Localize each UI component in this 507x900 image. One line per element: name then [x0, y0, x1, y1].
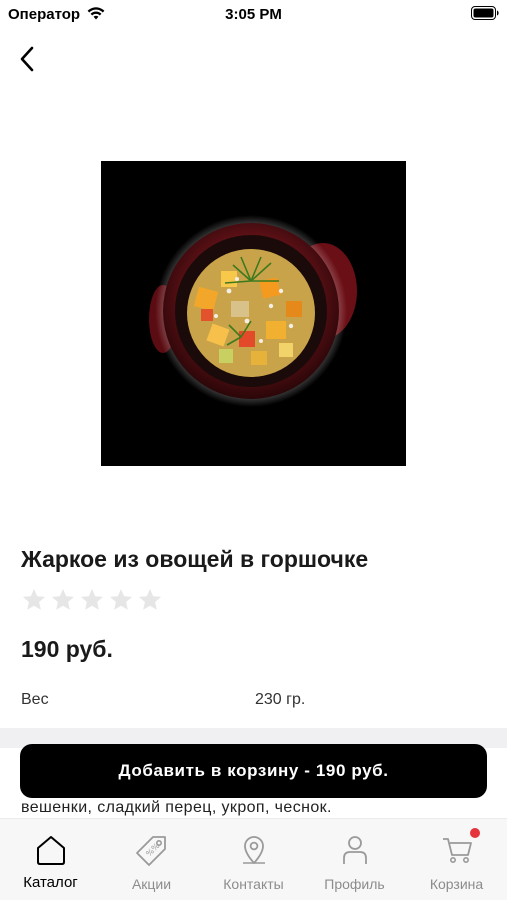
tab-promotions[interactable]: %% Акции — [101, 819, 202, 900]
home-icon — [36, 836, 65, 865]
cart-badge — [470, 828, 480, 838]
cart-icon — [442, 838, 472, 863]
person-icon — [342, 836, 367, 864]
tag-icon: %% — [135, 836, 166, 866]
back-button[interactable] — [14, 44, 44, 74]
tab-label: Корзина — [429, 876, 484, 892]
star-icon[interactable] — [137, 587, 163, 613]
tab-cart[interactable]: Корзина — [406, 819, 507, 900]
rating-stars[interactable] — [21, 587, 163, 613]
product-image — [101, 161, 406, 466]
tab-label: Контакты — [223, 876, 284, 892]
battery-icon — [471, 6, 499, 20]
status-time: 3:05 PM — [225, 6, 282, 23]
product-price: 190 руб. — [21, 636, 113, 662]
status-bar: Оператор 3:05 PM — [0, 0, 507, 30]
star-icon[interactable] — [21, 587, 47, 613]
product-title: Жаркое из овощей в горшочке — [21, 546, 369, 572]
location-pin-icon — [242, 836, 265, 864]
star-icon[interactable] — [50, 587, 76, 613]
tab-label: Каталог — [23, 874, 78, 891]
weight-value: 230 гр. — [255, 691, 306, 708]
product-photo — [149, 215, 357, 407]
chevron-left-icon — [20, 46, 34, 72]
star-icon[interactable] — [108, 587, 134, 613]
add-to-cart-button[interactable]: Добавить в корзину - 190 руб. — [20, 744, 487, 798]
tab-profile[interactable]: Профиль — [304, 819, 405, 900]
product-description: вешенки, сладкий перец, укроп, чеснок. — [21, 799, 332, 816]
tab-contacts[interactable]: Контакты — [203, 819, 304, 900]
star-icon[interactable] — [79, 587, 105, 613]
tab-label: Акции — [131, 876, 172, 892]
weight-label: Вес — [21, 691, 49, 708]
tab-catalog[interactable]: Каталог — [0, 819, 101, 900]
tab-bar: Каталог %% Акции Контакты Профиль Корзин… — [0, 818, 507, 900]
tab-label: Профиль — [324, 876, 385, 892]
